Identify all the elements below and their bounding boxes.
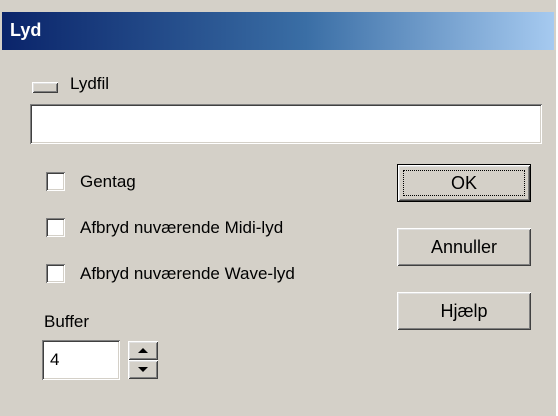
focus-ring xyxy=(403,170,525,196)
sound-dialog: Lyd Lydfil Gentag Afbryd nuværende Midi-… xyxy=(0,0,556,416)
stop-midi-label: Afbryd nuværende Midi-lyd xyxy=(80,218,284,237)
stop-wave-label: Afbryd nuværende Wave-lyd xyxy=(80,264,295,283)
sound-file-input[interactable] xyxy=(30,104,542,144)
buffer-decrement-button[interactable] xyxy=(128,360,158,379)
buffer-increment-button[interactable] xyxy=(128,341,158,360)
ok-button[interactable]: OK xyxy=(397,164,531,202)
sound-file-browse-button[interactable] xyxy=(32,82,58,93)
buffer-input[interactable] xyxy=(42,340,120,380)
help-button[interactable]: Hjælp xyxy=(397,292,531,330)
title-bar[interactable]: Lyd xyxy=(2,12,554,50)
help-button-label: Hjælp xyxy=(440,300,488,321)
spin-up-icon xyxy=(138,348,148,353)
cancel-button[interactable]: Annuller xyxy=(397,228,531,266)
stop-wave-checkbox[interactable] xyxy=(46,264,65,283)
cancel-button-label: Annuller xyxy=(430,236,498,257)
repeat-checkbox[interactable] xyxy=(46,172,65,191)
buffer-label: Buffer xyxy=(44,312,90,331)
stop-midi-checkbox[interactable] xyxy=(46,218,65,237)
sound-file-label: Lydfil xyxy=(70,74,110,93)
spin-down-icon xyxy=(138,367,148,372)
repeat-label: Gentag xyxy=(80,172,136,191)
dialog-title: Lyd xyxy=(10,20,42,40)
